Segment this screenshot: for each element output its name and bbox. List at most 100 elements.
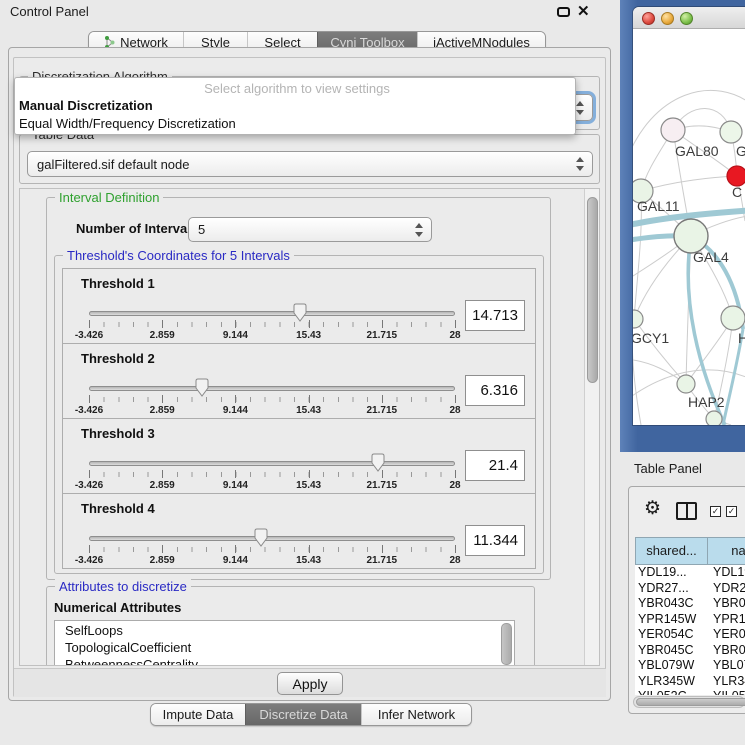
- node[interactable]: [706, 411, 722, 425]
- tab-impute-data[interactable]: Impute Data: [151, 704, 245, 725]
- cell[interactable]: YBR04: [708, 596, 745, 612]
- cell[interactable]: YPR145W: [635, 612, 708, 628]
- tick-label: 28: [449, 480, 460, 491]
- list-item[interactable]: TopologicalCoefficient: [55, 640, 514, 655]
- slider-track[interactable]: [89, 386, 455, 391]
- threshold-label: Threshold 3: [81, 426, 155, 441]
- node-label: GCY1: [633, 330, 669, 346]
- list-item[interactable]: BetweennessCentrality: [55, 657, 514, 666]
- slider-thumb[interactable]: [193, 378, 211, 398]
- table-row[interactable]: YDL19...YDL19: [635, 565, 745, 581]
- cell[interactable]: YLR345W: [635, 674, 708, 690]
- dropdown-option-manual[interactable]: Manual Discretization: [15, 97, 575, 115]
- cell[interactable]: YPR14: [708, 612, 745, 628]
- tick-label: 2.859: [150, 555, 175, 566]
- settings-scroll-area: Interval Definition Number of Intervals …: [19, 188, 600, 666]
- interval-definition-group: Interval Definition Number of Intervals …: [46, 197, 551, 580]
- threshold-3-value-field[interactable]: 21.4: [465, 450, 525, 481]
- table-row[interactable]: YER054CYER05: [635, 627, 745, 643]
- table-row[interactable]: YBR045CYBR04: [635, 643, 745, 659]
- vertical-scrollbar[interactable]: [584, 189, 600, 666]
- threshold-1-slider[interactable]: -3.426 2.859 9.144 15.43 21.715 28: [89, 305, 455, 343]
- threshold-2-value-field[interactable]: 6.316: [465, 375, 525, 406]
- cell[interactable]: YIL05: [708, 689, 745, 695]
- float-window-icon[interactable]: [557, 7, 570, 17]
- list-item[interactable]: SelfLoops: [55, 623, 514, 638]
- slider-thumb[interactable]: [252, 528, 270, 548]
- slider-track[interactable]: [89, 311, 455, 316]
- stepper-icon: [415, 223, 424, 237]
- threshold-2-slider[interactable]: -3.426 2.859 9.144 15.43 21.715 28: [89, 380, 455, 418]
- scrollbar-thumb[interactable]: [636, 698, 745, 706]
- cell[interactable]: YBR045C: [635, 643, 708, 659]
- cell[interactable]: YER054C: [635, 627, 708, 643]
- network-canvas[interactable]: GAL80 GA GAL11 C GAL4 GCY1 H HAP2: [633, 29, 745, 425]
- cell[interactable]: YLR34: [708, 674, 745, 690]
- tick-label: 15.43: [296, 405, 321, 416]
- node-gal4[interactable]: [674, 219, 708, 253]
- threshold-4-value-field[interactable]: 11.344: [465, 525, 525, 556]
- node[interactable]: [720, 121, 742, 143]
- cell[interactable]: YDL19: [708, 565, 745, 581]
- node-hap2[interactable]: [677, 375, 695, 393]
- node-gal80[interactable]: [661, 118, 685, 142]
- threshold-3-panel: Threshold 3 -3.426 2.859 9.144 15.43: [62, 418, 536, 494]
- cell[interactable]: YBL07: [708, 658, 745, 674]
- number-of-intervals-combobox[interactable]: 5: [188, 217, 432, 242]
- cell[interactable]: YIL052C: [635, 689, 708, 695]
- algorithm-dropdown: Select algorithm to view settings Manual…: [14, 77, 576, 135]
- slider-track[interactable]: [89, 461, 455, 466]
- table-row[interactable]: YDR27...YDR27: [635, 581, 745, 597]
- node-selected-red[interactable]: [727, 166, 745, 186]
- tick-label: 9.144: [223, 480, 248, 491]
- zoom-traffic-light-icon[interactable]: [680, 12, 693, 25]
- cell[interactable]: YDR27: [708, 581, 745, 597]
- cell[interactable]: YDL19...: [635, 565, 708, 581]
- cell[interactable]: YER05: [708, 627, 745, 643]
- checkbox-icon[interactable]: [710, 506, 721, 517]
- table-row[interactable]: YBR043CYBR04: [635, 596, 745, 612]
- cell[interactable]: YBR04: [708, 643, 745, 659]
- group-title: Attributes to discretize: [55, 579, 191, 594]
- slider-thumb[interactable]: [291, 303, 309, 323]
- minimize-traffic-light-icon[interactable]: [661, 12, 674, 25]
- split-columns-icon[interactable]: [676, 502, 697, 520]
- table-row[interactable]: YBL079WYBL07: [635, 658, 745, 674]
- table-row[interactable]: YIL052CYIL05: [635, 689, 745, 695]
- apply-button[interactable]: Apply: [277, 672, 343, 695]
- dropdown-option-equal-width[interactable]: Equal Width/Frequency Discretization: [15, 115, 575, 133]
- cell[interactable]: YBR043C: [635, 596, 708, 612]
- table-row[interactable]: YLR345WYLR34: [635, 674, 745, 690]
- close-traffic-light-icon[interactable]: [642, 12, 655, 25]
- threshold-3-slider[interactable]: -3.426 2.859 9.144 15.43 21.715 28: [89, 455, 455, 493]
- tick-label: 28: [449, 330, 460, 341]
- window-title: Control Panel: [10, 4, 89, 19]
- cell[interactable]: YDR27...: [635, 581, 708, 597]
- threshold-4-slider[interactable]: -3.426 2.859 9.144 15.43 21.715 28: [89, 530, 455, 568]
- column-header-shared-name[interactable]: shared...: [635, 537, 708, 565]
- table-data-combobox[interactable]: galFiltered.sif default node: [27, 151, 593, 177]
- tab-label: Discretize Data: [259, 707, 347, 722]
- close-icon[interactable]: [577, 2, 590, 20]
- cell[interactable]: YBL079W: [635, 658, 708, 674]
- stepper-icon: [576, 157, 585, 171]
- slider-track[interactable]: [89, 536, 455, 541]
- tab-infer-network[interactable]: Infer Network: [361, 704, 471, 725]
- slider-thumb[interactable]: [369, 453, 387, 473]
- column-header-name[interactable]: na: [708, 537, 745, 565]
- tab-discretize-data[interactable]: Discretize Data: [245, 704, 361, 725]
- right-region: GAL80 GA GAL11 C GAL4 GCY1 H HAP2 Table …: [620, 0, 745, 745]
- network-window-titlebar[interactable]: [633, 7, 745, 29]
- combobox-value: galFiltered.sif default node: [37, 152, 189, 177]
- checkbox-icon[interactable]: [726, 506, 737, 517]
- threshold-1-value-field[interactable]: 14.713: [465, 300, 525, 331]
- horizontal-scrollbar[interactable]: [633, 696, 745, 708]
- gear-icon[interactable]: [644, 497, 661, 520]
- table-panel: shared... na YDL19...YDL19 YDR27...YDR27…: [628, 486, 745, 714]
- node[interactable]: [721, 306, 745, 330]
- node-gcy1[interactable]: [633, 310, 643, 328]
- scrollbar-thumb[interactable]: [587, 197, 598, 383]
- table-row[interactable]: YPR145WYPR14: [635, 612, 745, 628]
- threshold-2-panel: Threshold 2 -3.426 2.859 9.144 15.43: [62, 343, 536, 419]
- list-scrollbar-thumb[interactable]: [501, 623, 512, 665]
